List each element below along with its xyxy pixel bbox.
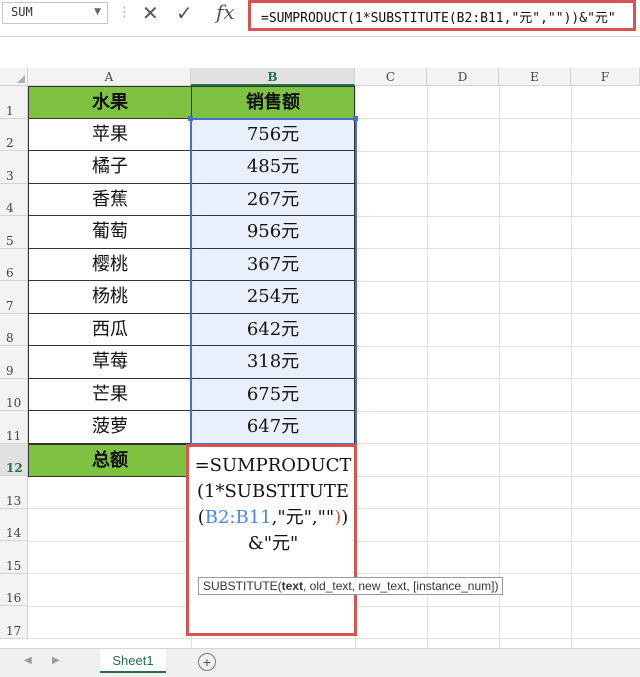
row-number: 9: [6, 364, 14, 378]
row-number: 3: [6, 169, 14, 183]
row-number: 7: [6, 299, 14, 313]
formula-bar: SUM ▼ ⋮ ✕ ✓ fx =SUMPRODUCT(1*SUBSTITUTE(…: [0, 0, 640, 37]
column-header-e[interactable]: E: [499, 68, 571, 86]
row-header-15[interactable]: 15: [0, 541, 28, 574]
column-header-a[interactable]: A: [28, 68, 191, 86]
column-header-d[interactable]: D: [427, 68, 499, 86]
formula-input[interactable]: =SUMPRODUCT(1*SUBSTITUTE(B2:B11,"元",""))…: [248, 0, 636, 31]
row-number: 10: [6, 396, 22, 410]
chevron-down-icon[interactable]: ▼: [94, 7, 101, 17]
header-sales[interactable]: 销售额: [191, 86, 355, 119]
fruit-cell[interactable]: 杨桃: [28, 281, 192, 314]
column-header-b[interactable]: B: [191, 68, 355, 86]
name-box-value: SUM: [11, 5, 33, 19]
row-number: 1: [6, 104, 14, 118]
tooltip-current-arg[interactable]: text: [282, 579, 303, 593]
sheet-tab-sheet1[interactable]: Sheet1: [100, 649, 166, 673]
row-header-12[interactable]: 12: [0, 444, 28, 476]
fruit-cell[interactable]: 西瓜: [28, 314, 192, 346]
sales-cell[interactable]: 267元: [191, 184, 355, 216]
row-header-2[interactable]: 2: [0, 119, 28, 151]
select-all-button[interactable]: [0, 68, 28, 86]
row-header-6[interactable]: 6: [0, 249, 28, 281]
fruit-cell[interactable]: 菠萝: [28, 411, 192, 444]
gridline: [571, 86, 572, 648]
fruit-cell[interactable]: 苹果: [28, 119, 192, 151]
sheet-tab-bar: ◀ ▶ Sheet1 +: [0, 648, 640, 677]
column-header-c[interactable]: C: [355, 68, 427, 86]
selection-handle[interactable]: [188, 116, 193, 121]
row-header-1[interactable]: 1: [0, 86, 28, 119]
column-header-f[interactable]: F: [571, 68, 640, 86]
sales-cell[interactable]: 254元: [191, 281, 355, 314]
sales-cell[interactable]: 642元: [191, 314, 355, 346]
insert-function-icon[interactable]: fx: [216, 0, 235, 24]
row-header-11[interactable]: 11: [0, 411, 28, 444]
cancel-icon[interactable]: ✕: [142, 1, 159, 25]
row-number: 8: [6, 331, 14, 345]
row-header-8[interactable]: 8: [0, 314, 28, 346]
row-header-9[interactable]: 9: [0, 346, 28, 379]
total-label-cell[interactable]: 总额: [28, 444, 192, 477]
row-header-4[interactable]: 4: [0, 184, 28, 216]
sales-cell[interactable]: 485元: [191, 151, 355, 184]
formula-text: =SUMPRODUCT(1*SUBSTITUTE(B2:B11,"元",""))…: [261, 11, 616, 26]
row-header-3[interactable]: 3: [0, 151, 28, 184]
spreadsheet-grid: A B C D E F 1 2 3 4 5 6 7 8 9 10 11 12 1…: [0, 68, 640, 648]
selection-handle[interactable]: [353, 116, 358, 121]
row-number: 11: [6, 429, 22, 443]
row-number: 2: [6, 136, 14, 150]
function-tooltip[interactable]: SUBSTITUTE(text, old_text, new_text, [in…: [198, 577, 504, 595]
scroll-left-icon[interactable]: ◀: [24, 655, 32, 666]
tooltip-func: SUBSTITUTE(: [203, 579, 282, 593]
fruit-cell[interactable]: 香蕉: [28, 184, 192, 216]
sales-cell[interactable]: 318元: [191, 346, 355, 379]
row-number: 16: [6, 591, 22, 605]
add-sheet-icon[interactable]: +: [198, 653, 216, 671]
sales-cell[interactable]: 647元: [191, 411, 355, 444]
sales-cell[interactable]: 956元: [191, 216, 355, 249]
scroll-right-icon[interactable]: ▶: [52, 655, 60, 666]
gridline: [28, 638, 640, 639]
row-header-5[interactable]: 5: [0, 216, 28, 249]
enter-check-icon[interactable]: ✓: [176, 1, 193, 25]
fruit-cell[interactable]: 樱桃: [28, 249, 192, 281]
row-header-17[interactable]: 17: [0, 606, 28, 639]
sales-cell[interactable]: 675元: [191, 379, 355, 411]
row-number: 6: [6, 266, 14, 280]
separator-icon: ⋮: [118, 5, 131, 20]
active-edit-cell[interactable]: =SUMPRODUCT(1*SUBSTITUTE(B2:B11,"元",""))…: [186, 444, 357, 636]
sales-cell[interactable]: 756元: [191, 119, 355, 151]
row-number: 15: [6, 559, 22, 573]
row-number: 12: [6, 461, 23, 475]
row-number: 5: [6, 234, 14, 248]
row-header-13[interactable]: 13: [0, 476, 28, 509]
fruit-cell[interactable]: 葡萄: [28, 216, 192, 249]
row-number: 4: [6, 201, 14, 215]
fruit-cell[interactable]: 芒果: [28, 379, 192, 411]
row-header-7[interactable]: 7: [0, 281, 28, 314]
fruit-cell[interactable]: 草莓: [28, 346, 192, 379]
sales-cell[interactable]: 367元: [191, 249, 355, 281]
row-header-14[interactable]: 14: [0, 509, 28, 541]
fruit-cell[interactable]: 橘子: [28, 151, 192, 184]
edit-cell-formula[interactable]: =SUMPRODUCT(1*SUBSTITUTE(B2:B11,"元",""))…: [193, 453, 353, 557]
row-number: 14: [6, 526, 22, 540]
name-box[interactable]: SUM ▼: [2, 2, 108, 24]
row-number: 13: [6, 494, 22, 508]
select-all-icon: [17, 75, 25, 83]
row-number: 17: [6, 624, 22, 638]
tooltip-rest: , old_text, new_text, [instance_num]): [303, 579, 499, 593]
row-header-16[interactable]: 16: [0, 574, 28, 606]
header-fruit[interactable]: 水果: [28, 86, 192, 119]
gridline: [499, 86, 500, 648]
formula-part: ,"元","": [271, 507, 335, 528]
gridline: [427, 86, 428, 648]
formula-range-ref: B2:B11: [204, 507, 272, 528]
row-header-10[interactable]: 10: [0, 379, 28, 411]
